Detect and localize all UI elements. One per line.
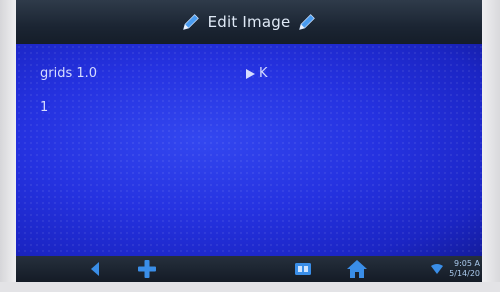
image-content-area[interactable]: grids 1.0 K 1 [16, 44, 482, 256]
pencil-icon [299, 14, 316, 30]
home-button[interactable] [344, 259, 370, 279]
device-bezel-right [482, 0, 500, 292]
title-bar: Edit Image [16, 0, 482, 44]
add-button[interactable] [134, 259, 160, 279]
device-screen: Edit Image grids 1.0 K 1 9:05 A 5/14/20 [16, 0, 482, 282]
device-bezel-left [0, 0, 16, 292]
page-title: Edit Image [207, 13, 291, 31]
pencil-icon [182, 14, 199, 30]
bottom-nav-bar: 9:05 A 5/14/20 [16, 256, 482, 282]
clock-time: 9:05 A [454, 259, 480, 268]
row-value-text: 1 [40, 100, 49, 115]
grid-value-field[interactable]: K [246, 66, 268, 81]
clock-date: 5/14/20 [449, 269, 480, 278]
screen-toggle-icon [295, 263, 311, 275]
screen-toggle-button[interactable] [292, 259, 314, 279]
plus-icon [138, 260, 156, 278]
back-button[interactable] [84, 259, 106, 279]
home-icon [347, 260, 367, 278]
wifi-icon [431, 264, 443, 274]
title-group: Edit Image [180, 11, 319, 33]
play-triangle-icon [246, 68, 255, 79]
wifi-status [428, 259, 446, 279]
clock-display: 9:05 A 5/14/20 [449, 259, 480, 279]
grid-value-text: K [259, 66, 268, 81]
grid-label: grids 1.0 [40, 66, 98, 81]
device-bezel-bottom [0, 282, 500, 292]
back-arrow-icon [91, 262, 99, 276]
